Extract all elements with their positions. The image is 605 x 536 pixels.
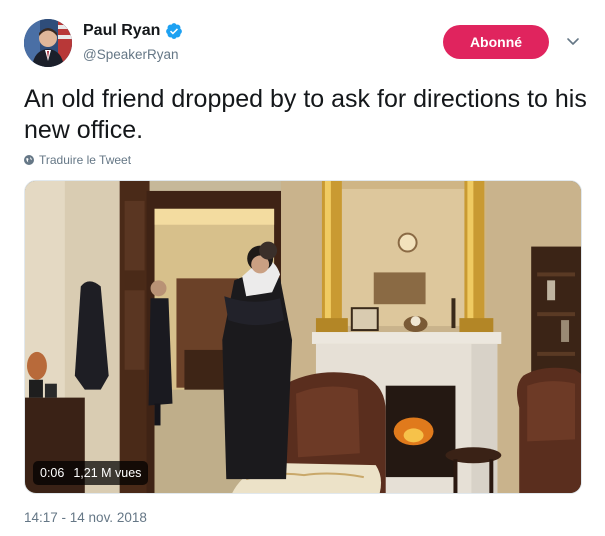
tweet-timestamp[interactable]: 14:17 - 14 nov. 2018: [24, 510, 147, 525]
chevron-down-icon[interactable]: [565, 36, 581, 48]
translate-label[interactable]: Traduire le Tweet: [39, 153, 131, 167]
author-name[interactable]: Paul Ryan: [83, 22, 160, 40]
tweet-text: An old friend dropped by to ask for dire…: [24, 85, 587, 144]
video-frame: [25, 181, 581, 493]
video-info-badge: 0:06 1,21 M vues: [33, 461, 149, 485]
avatar-photo: [24, 19, 72, 67]
video-duration: 0:06: [40, 466, 65, 480]
author-name-row[interactable]: Paul Ryan: [83, 22, 183, 40]
video-player[interactable]: 0:06 1,21 M vues: [24, 180, 582, 494]
globe-icon: [24, 155, 34, 165]
translate-link[interactable]: Traduire le Tweet: [24, 153, 131, 167]
verified-badge-icon: [166, 23, 183, 39]
video-views: 1,21 M vues: [73, 466, 142, 480]
author-handle[interactable]: @SpeakerRyan: [83, 47, 179, 62]
following-button[interactable]: Abonné: [443, 25, 549, 59]
avatar[interactable]: [24, 19, 72, 67]
